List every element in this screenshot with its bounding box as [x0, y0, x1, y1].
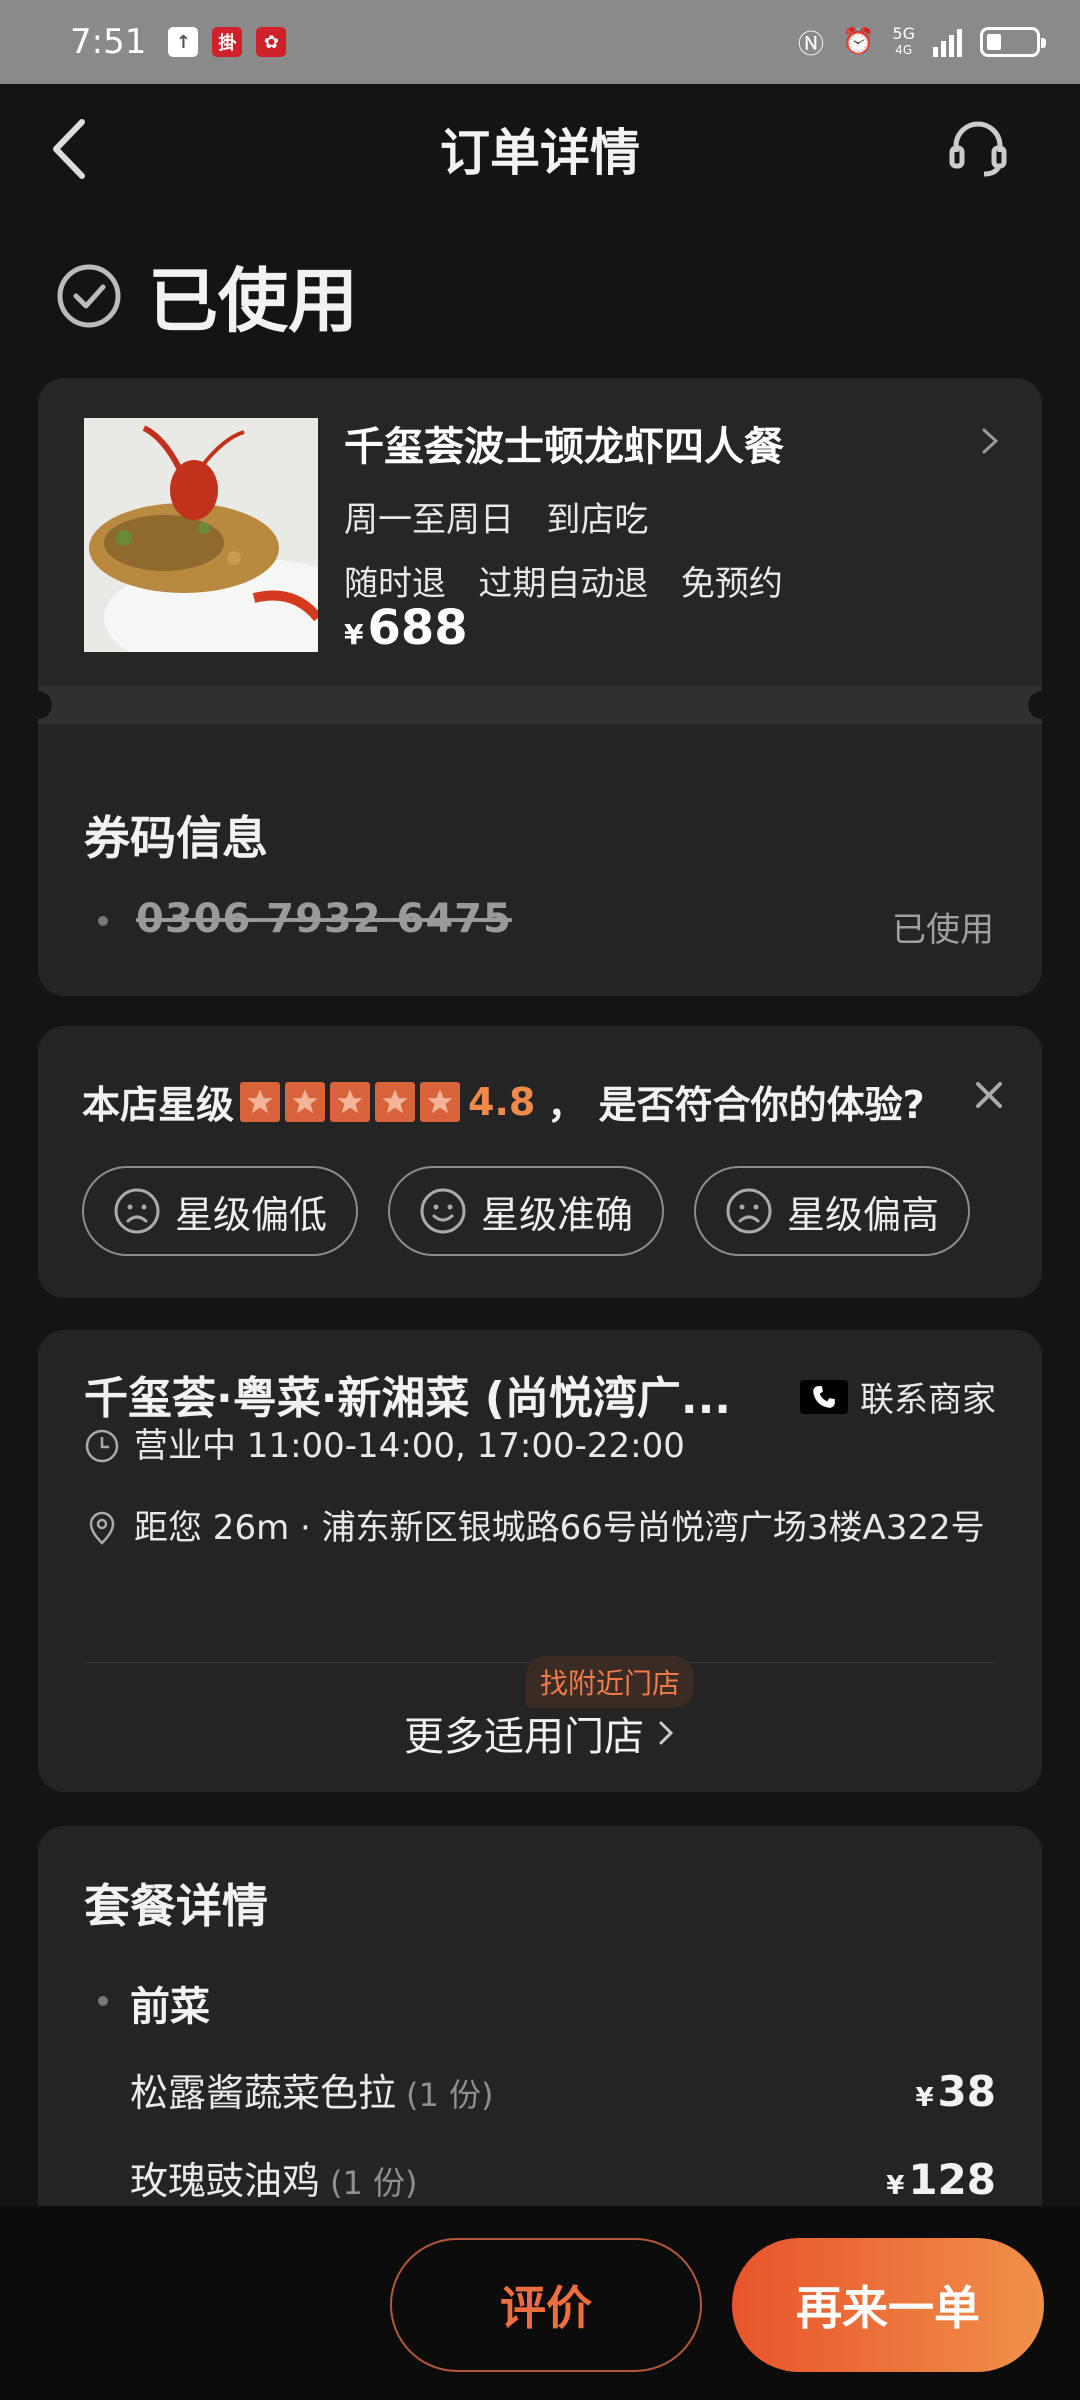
upload-notification-icon: ↑ [168, 27, 199, 57]
clock-icon [85, 1429, 119, 1463]
alarm-icon: ⏰ [842, 27, 875, 57]
app-notification-icon-2: ✿ [256, 27, 287, 57]
dish-quantity: (1 份) [406, 2076, 494, 2114]
package-category: 前菜 [130, 1984, 210, 2030]
product-price: ¥ 688 [344, 600, 468, 656]
product-policy: 随时退 过期自动退 免预约 [344, 564, 783, 604]
rating-label: 本店星级 [82, 1083, 235, 1127]
smile-face-icon [420, 1188, 466, 1234]
product-card: 千玺荟波士顿龙虾四人餐 周一至周日 到店吃 随时退 过期自动退 免预约 ¥ 68… [38, 378, 1042, 996]
review-button[interactable]: 评价 [390, 2238, 702, 2372]
phone-icon [800, 1379, 848, 1414]
price-value: 688 [367, 600, 468, 656]
nearby-stores-tag: 找附近门店 [526, 1656, 695, 1708]
status-time: 7:51 [70, 22, 147, 62]
check-circle-icon [57, 264, 121, 327]
package-section-title: 套餐详情 [84, 1879, 268, 1933]
sad-face-icon [726, 1188, 772, 1234]
battery-icon [980, 27, 1046, 57]
dish-price: ¥ 128 [886, 2155, 996, 2204]
order-status: 已使用 [56, 245, 358, 346]
coupon-status: 已使用 [892, 910, 994, 950]
coupon-section-title: 券码信息 [84, 811, 268, 865]
customer-service-icon[interactable] [946, 116, 1010, 180]
dish-quantity: (1 份) [330, 2164, 418, 2202]
page-title: 订单详情 [440, 124, 640, 182]
chevron-right-icon [982, 428, 999, 454]
dish-name: 松露酱蔬菜色拉 [130, 2071, 397, 2115]
product-name: 千玺荟波士顿龙虾四人餐 [344, 424, 784, 470]
signal-icon [933, 27, 962, 57]
rating-too-low-button[interactable]: 星级偏低 [82, 1166, 358, 1256]
rating-feedback-card: 本店星级 4.8 ， 是否符合你的体验? 星级偏低 星级准确 星级偏高 [38, 1026, 1042, 1298]
rating-too-high-button[interactable]: 星级偏高 [694, 1166, 970, 1256]
store-card: 千玺荟·粤菜·新湘菜 (尚悦湾广... 联系商家 营业中 11:00-14:00… [38, 1330, 1042, 1792]
star-icon [420, 1081, 461, 1122]
dish-row: 玫瑰豉油鸡 (1 份) ¥ 128 [130, 2150, 996, 2205]
store-address[interactable]: 距您 26m · 浦东新区银城路66号尚悦湾广场3楼A322号 [84, 1498, 1004, 1558]
contact-merchant-label: 联系商家 [860, 1380, 996, 1420]
nav-bar: 订单详情 [0, 84, 1080, 214]
star-icon [240, 1081, 281, 1122]
star-icon [285, 1081, 326, 1122]
chevron-right-icon [659, 1721, 674, 1745]
back-arrow-icon[interactable] [44, 114, 104, 184]
dish-price: ¥ 38 [915, 2067, 996, 2116]
rating-too-high-label: 星级偏高 [786, 1192, 939, 1237]
reorder-button[interactable]: 再来一单 [732, 2238, 1044, 2372]
product-summary[interactable]: 千玺荟波士顿龙虾四人餐 周一至周日 到店吃 随时退 过期自动退 免预约 ¥ 68… [38, 378, 1042, 686]
product-usage: 周一至周日 到店吃 [344, 500, 649, 540]
nfc-icon: Ⓝ [798, 29, 825, 60]
currency-symbol: ¥ [344, 618, 364, 651]
star-icon [375, 1081, 416, 1122]
close-icon[interactable] [972, 1078, 1006, 1112]
coupon-code: 0306 7932 6475 [136, 896, 512, 942]
product-image [84, 418, 318, 652]
store-hours: 营业中 11:00-14:00, 17:00-22:00 [84, 1416, 685, 1476]
rating-too-low-label: 星级偏低 [174, 1192, 327, 1237]
rating-accurate-button[interactable]: 星级准确 [388, 1166, 664, 1256]
bottom-action-bar: 评价 再来一单 [0, 2206, 1080, 2400]
order-status-text: 已使用 [148, 260, 358, 342]
rating-question: ， 是否符合你的体验? [547, 1083, 925, 1127]
store-hours-text: 营业中 11:00-14:00, 17:00-22:00 [134, 1426, 685, 1466]
network-type: 5G 4G [892, 24, 915, 58]
more-stores-link[interactable]: 更多适用门店 [38, 1704, 1042, 1762]
contact-merchant-button[interactable]: 联系商家 [800, 1372, 996, 1421]
star-icon [330, 1081, 371, 1122]
ticket-divider [38, 686, 1042, 724]
bullet-dot [98, 1996, 108, 2006]
dish-row: 松露酱蔬菜色拉 (1 份) ¥ 38 [130, 2062, 996, 2117]
more-stores-label: 更多适用门店 [404, 1714, 644, 1760]
status-bar: 7:51 ↑ 掛 ✿ Ⓝ ⏰ 5G 4G [0, 0, 1080, 84]
app-notification-icon: 掛 [212, 27, 243, 57]
rating-row: 本店星级 4.8 ， 是否符合你的体验? [82, 1074, 925, 1129]
dish-name: 玫瑰豉油鸡 [130, 2159, 321, 2203]
sad-face-icon [114, 1188, 160, 1234]
rating-score: 4.8 [468, 1079, 536, 1124]
rating-accurate-label: 星级准确 [480, 1192, 633, 1237]
bullet-dot [98, 916, 108, 926]
star-rating [240, 1081, 461, 1122]
